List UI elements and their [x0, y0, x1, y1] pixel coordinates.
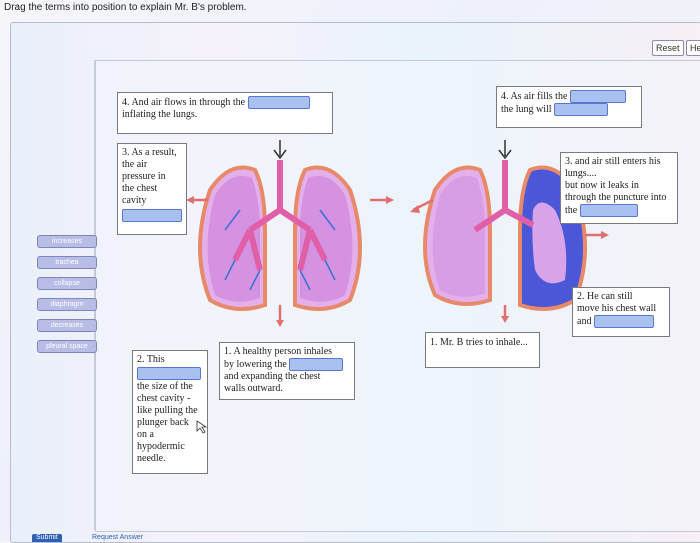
blank-4-right-b[interactable] — [554, 103, 609, 116]
drop-box-1-right: 1. Mr. B tries to inhale... — [425, 332, 540, 368]
box-2-left-line: needle. — [137, 453, 166, 464]
box-2-left-line: the size of the — [137, 381, 193, 392]
box-4-right-line2: the lung will — [501, 103, 552, 115]
term-pleural-space[interactable]: pleural space — [37, 340, 97, 353]
term-increases[interactable]: increases — [37, 235, 97, 248]
help-button[interactable]: He — [686, 40, 700, 56]
box-2-right-line: and — [577, 315, 592, 327]
blank-3-right[interactable] — [579, 204, 638, 217]
drop-box-1-mid: 1. A healthy person inhales by lowering … — [219, 342, 355, 400]
box-3-right-line: but now it leaks in — [565, 180, 639, 191]
box-3-left-line: 3. As a result, — [122, 147, 177, 158]
blank-3-left[interactable] — [122, 209, 182, 222]
box-2-left-line: 2. This — [137, 354, 165, 365]
box-3-right-line: lungs.... — [565, 168, 597, 179]
box-2-left-line: plunger back — [137, 417, 189, 428]
cursor-pointer-icon — [196, 420, 208, 434]
box-2-left-line: on a — [137, 429, 154, 440]
box-1-mid-line: and expanding the chest — [224, 371, 321, 382]
drop-box-2-right: 2. He can still move his chest wall and — [572, 287, 670, 337]
term-decreases[interactable]: decreases — [37, 319, 97, 332]
box-3-left-line: the air — [122, 159, 148, 170]
reset-button[interactable]: Reset — [652, 40, 684, 56]
box-2-left-line: chest cavity - — [137, 393, 191, 404]
box-2-left-line: hypodermic — [137, 441, 185, 452]
box-2-left-line: like pulling the — [137, 405, 198, 416]
instructions: Drag the terms into position to explain … — [4, 2, 247, 13]
healthy-lungs — [186, 140, 394, 327]
box-2-right-line: move his chest wall — [577, 303, 657, 314]
box-1-mid-line: by lowering the — [224, 358, 287, 370]
box-1-right-text: 1. Mr. B tries to inhale... — [430, 337, 528, 348]
term-collapse[interactable]: collapse — [37, 277, 97, 290]
box-1-mid-line: walls outward. — [224, 383, 283, 394]
box-4-right-line1: 4. As air fills the — [501, 90, 568, 102]
drop-box-4-right: 4. As air fills the the lung will — [496, 86, 642, 128]
box-3-left-line: pressure in — [122, 171, 166, 182]
blank-2-left[interactable] — [137, 367, 201, 380]
blank-4-left[interactable] — [247, 96, 310, 109]
drop-box-2-left: 2. This the size of the chest cavity - l… — [132, 350, 208, 474]
box-4-left-text: 4. And air flows in through the — [122, 96, 246, 108]
blank-4-right-a[interactable] — [569, 90, 626, 103]
box-3-right-line: the — [565, 204, 578, 216]
box-3-left-line: cavity — [122, 195, 147, 206]
box-1-mid-line: 1. A healthy person inhales — [224, 346, 333, 357]
term-trachea[interactable]: trachea — [37, 256, 97, 269]
drop-box-4-left: 4. And air flows in through the inflatin… — [117, 92, 333, 134]
blank-1-mid[interactable] — [289, 358, 344, 371]
drop-box-3-left: 3. As a result, the air pressure in the … — [117, 143, 187, 235]
box-3-right-line: 3. and air still enters his — [565, 156, 661, 167]
drop-box-3-right: 3. and air still enters his lungs.... bu… — [560, 152, 678, 224]
box-4-left-text-2: inflating the lungs. — [122, 109, 198, 120]
box-3-right-line: through the puncture into — [565, 192, 667, 203]
term-diaphragm[interactable]: diaphragm — [37, 298, 97, 311]
box-3-left-line: the chest — [122, 183, 158, 194]
blank-2-right[interactable] — [593, 315, 654, 328]
box-2-right-line: 2. He can still — [577, 291, 633, 302]
term-bank — [20, 60, 95, 530]
